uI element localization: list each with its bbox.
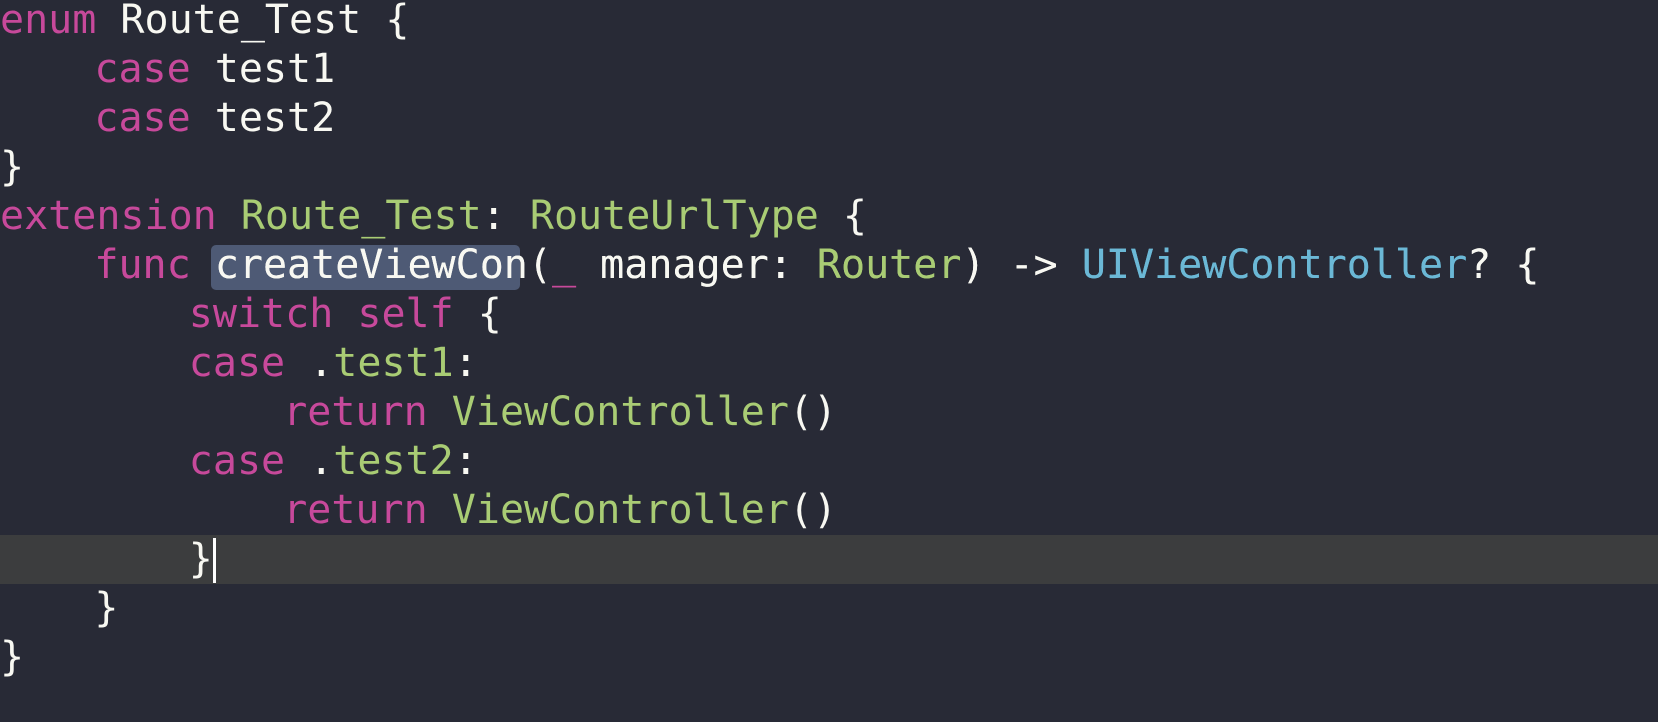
- code-line[interactable]: }: [0, 143, 24, 192]
- code-token-plain: createViewCon: [214, 242, 528, 288]
- code-token-plain: test2: [190, 95, 336, 141]
- code-token-keyword: switch: [188, 291, 334, 337]
- code-token-type: ViewController: [451, 389, 789, 435]
- code-token-plain: .: [285, 340, 334, 386]
- code-line[interactable]: enum Route_Test {: [0, 0, 409, 45]
- code-line[interactable]: extension Route_Test: RouteUrlType {: [0, 192, 867, 241]
- code-token-type: RouteUrlType: [529, 193, 819, 239]
- code-line[interactable]: switch self {: [189, 290, 502, 339]
- code-token-plain: (: [527, 242, 552, 288]
- code-token-plain: test1: [190, 46, 336, 92]
- code-token-plain: }: [94, 585, 119, 631]
- code-line[interactable]: }: [94, 584, 118, 633]
- code-line-selected-overlay[interactable]: func createViewCon(_ manager: Router) ->…: [94, 241, 1539, 290]
- code-token-keyword: case: [94, 95, 191, 141]
- code-token-plain: Route_Test: [120, 0, 362, 43]
- current-line-highlight: [0, 535, 1658, 584]
- code-editor[interactable]: enum Route_Test {case test1 case test2} ex…: [0, 0, 1658, 722]
- code-token-plain: {: [361, 0, 410, 43]
- code-line[interactable]: case .test2:: [189, 437, 478, 486]
- code-line[interactable]: case test1: [94, 45, 335, 94]
- code-line[interactable]: return ViewController(): [283, 388, 837, 437]
- code-token-plain: {: [818, 193, 868, 239]
- code-line[interactable]: case .test1:: [189, 339, 478, 388]
- code-token-keyword: enum: [0, 0, 97, 43]
- code-token-keyword: case: [94, 46, 191, 92]
- code-token-type: Route_Test: [240, 193, 482, 239]
- code-token-plain: }: [0, 144, 25, 190]
- code-line[interactable]: case test2: [94, 94, 335, 143]
- code-token-plain: manager: [576, 242, 769, 288]
- code-token-plain: .: [285, 438, 334, 484]
- code-token-parameter_label: _: [551, 242, 577, 288]
- code-token-plain: (): [788, 389, 838, 435]
- code-token-plain: ) ->: [961, 242, 1082, 288]
- code-token-plain: }: [188, 536, 213, 582]
- code-token-plain: ? {: [1467, 242, 1540, 288]
- code-line[interactable]: }: [0, 633, 24, 682]
- text-caret: [213, 538, 217, 583]
- code-token-class_reference: UIViewController: [1081, 242, 1468, 288]
- code-line[interactable]: }: [189, 535, 213, 584]
- code-token-plain: :: [453, 438, 478, 484]
- code-token-keyword: case: [188, 340, 286, 386]
- code-token-plain: :: [768, 242, 793, 288]
- code-token-keyword: case: [188, 438, 286, 484]
- code-token-type: test1: [333, 340, 454, 386]
- code-token-type: test2: [333, 438, 454, 484]
- code-token-keyword: return: [283, 487, 428, 533]
- code-line[interactable]: return ViewController(): [283, 486, 837, 535]
- code-token-keyword: self: [357, 291, 454, 337]
- code-token-keyword: func: [94, 242, 191, 288]
- code-token-plain: :: [481, 193, 506, 239]
- code-token-type: Router: [816, 242, 962, 288]
- code-token-keyword: extension: [0, 193, 217, 239]
- code-surface[interactable]: enum Route_Test {case test1 case test2} ex…: [0, 0, 1658, 722]
- code-token-plain: :: [453, 340, 478, 386]
- code-token-keyword: return: [283, 389, 428, 435]
- code-token-plain: }: [0, 634, 25, 680]
- code-token-type: ViewController: [451, 487, 789, 533]
- code-token-plain: {: [453, 291, 502, 337]
- code-token-plain: (): [788, 487, 838, 533]
